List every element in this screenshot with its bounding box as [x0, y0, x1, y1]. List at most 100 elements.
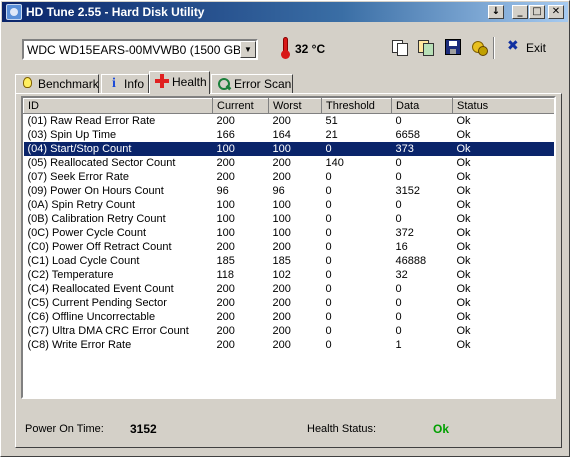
tab-health-label: Health [172, 75, 207, 89]
cell-worst: 200 [272, 297, 291, 309]
cell-status: Ok [452, 142, 554, 156]
table-row[interactable]: (C7) Ultra DMA CRC Error Count 200 200 0 0 Ok [24, 324, 555, 338]
cell-status: Ok [456, 171, 471, 183]
table-row[interactable]: (C1) Load Cycle Count 185 185 0 46888 Ok [24, 254, 555, 268]
cell-data: 0 [395, 283, 402, 295]
health-status-value: Ok [433, 422, 450, 436]
cell-worst: 100 [272, 199, 291, 211]
cell-worst: 100 [272, 227, 291, 239]
drive-select[interactable]: WDC WD15EARS-00MVWB0 (1500 GB) ▼ [22, 39, 258, 60]
app-icon[interactable] [6, 4, 22, 20]
cell-current: 100 [212, 142, 269, 156]
table-row[interactable]: (C6) Offline Uncorrectable 200 200 0 0 Ok [24, 310, 555, 324]
cell-threshold: 0 [325, 325, 332, 337]
cell-data: 6658 [395, 129, 420, 141]
column-header-threshold[interactable]: Threshold [321, 98, 392, 114]
table-row[interactable]: (C4) Reallocated Event Count 200 200 0 0 Ok [24, 282, 555, 296]
cell-id: (0B) Calibration Retry Count [27, 213, 166, 225]
table-row[interactable]: (07) Seek Error Rate 200 200 0 0 Ok [24, 170, 555, 184]
cell-id: (0A) Spin Retry Count [27, 199, 136, 211]
table-row[interactable]: (05) Reallocated Sector Count 200 200 140 0 O… [24, 156, 555, 170]
cell-id: (07) Seek Error Rate [27, 171, 129, 183]
drive-select-value: WDC WD15EARS-00MVWB0 (1500 GB) [27, 43, 246, 57]
cell-data: 373 [391, 142, 453, 156]
table-row[interactable]: (04) Start/Stop Count 100 100 0 373 Ok [23, 142, 554, 156]
cell-threshold: 0 [325, 269, 332, 281]
cell-status: Ok [456, 255, 471, 267]
cell-data: 0 [395, 171, 402, 183]
cell-status: Ok [456, 185, 471, 197]
help-button[interactable]: ↓ [488, 5, 504, 19]
column-header-id[interactable]: ID [23, 98, 213, 114]
cell-current: 200 [216, 157, 235, 169]
maximize-button[interactable]: □ [529, 5, 545, 19]
tab-error-scan[interactable]: Error Scan [211, 74, 293, 94]
tab-error-scan-label: Error Scan [234, 77, 292, 91]
cell-status: Ok [456, 269, 471, 281]
cell-worst: 164 [272, 129, 291, 141]
chevron-down-icon[interactable]: ▼ [240, 41, 256, 58]
cell-status: Ok [456, 115, 471, 127]
cell-data: 0 [395, 297, 402, 309]
minimize-button[interactable]: _ [512, 5, 528, 19]
smart-table: ID Current Worst Threshold Data Status (… [23, 98, 555, 352]
column-header-status[interactable]: Status [452, 98, 554, 114]
cell-id: (C5) Current Pending Sector [27, 297, 167, 309]
tab-benchmark[interactable]: Benchmark [15, 74, 99, 94]
column-header-current[interactable]: Current [212, 98, 269, 114]
table-row[interactable]: (C0) Power Off Retract Count 200 200 0 16 Ok [24, 240, 555, 254]
tab-info[interactable]: i Info [101, 74, 149, 94]
cell-threshold: 21 [325, 129, 338, 141]
cell-worst: 100 [268, 142, 322, 156]
options-icon[interactable] [471, 39, 488, 56]
cell-status: Ok [456, 325, 471, 337]
table-row[interactable]: (0C) Power Cycle Count 100 100 0 372 Ok [24, 226, 555, 240]
table-row[interactable]: (C2) Temperature 118 102 0 32 Ok [24, 268, 555, 282]
tab-health[interactable]: Health [149, 71, 210, 94]
table-row[interactable]: (0A) Spin Retry Count 100 100 0 0 Ok [24, 198, 555, 212]
cell-status: Ok [456, 227, 471, 239]
cell-worst: 200 [272, 325, 291, 337]
cell-data: 0 [395, 199, 402, 211]
cell-data: 372 [395, 227, 414, 239]
cell-id: (C2) Temperature [27, 269, 114, 281]
cell-data: 0 [395, 311, 402, 323]
close-button[interactable]: ✕ [548, 5, 564, 19]
column-header-data[interactable]: Data [391, 98, 453, 114]
cell-worst: 200 [272, 283, 291, 295]
smart-attributes-list[interactable]: ID Current Worst Threshold Data Status (… [21, 96, 556, 399]
cell-data: 46888 [395, 255, 427, 267]
cell-status: Ok [456, 213, 471, 225]
title-bar[interactable]: HD Tune 2.55 - Hard Disk Utility ↓ _ □ ✕ [2, 2, 568, 22]
cell-id: (09) Power On Hours Count [27, 185, 164, 197]
save-icon[interactable] [445, 39, 461, 55]
cell-status: Ok [456, 157, 471, 169]
table-row[interactable]: (09) Power On Hours Count 96 96 0 3152 Ok [24, 184, 555, 198]
cell-threshold: 0 [325, 199, 332, 211]
cell-threshold: 140 [325, 157, 344, 169]
cell-status: Ok [456, 283, 471, 295]
cell-current: 200 [216, 297, 235, 309]
cell-data: 1 [395, 339, 402, 351]
table-row[interactable]: (01) Raw Read Error Rate 200 200 51 0 Ok [24, 114, 555, 129]
cell-worst: 200 [272, 311, 291, 323]
bulb-icon [23, 77, 32, 88]
cell-worst: 185 [272, 255, 291, 267]
cell-worst: 96 [272, 185, 285, 197]
table-row[interactable]: (C5) Current Pending Sector 200 200 0 0 Ok [24, 296, 555, 310]
cell-current: 100 [216, 199, 235, 211]
cell-worst: 102 [272, 269, 291, 281]
cell-current: 200 [216, 241, 235, 253]
column-header-worst[interactable]: Worst [268, 98, 322, 114]
cell-id: (C6) Offline Uncorrectable [27, 311, 156, 323]
copy-screenshot-icon[interactable] [417, 39, 434, 56]
table-row[interactable]: (03) Spin Up Time 166 164 21 6658 Ok [24, 128, 555, 142]
cell-current: 200 [216, 115, 235, 127]
cell-data: 0 [395, 325, 402, 337]
copy-text-icon[interactable] [391, 39, 408, 56]
cell-status: Ok [456, 129, 471, 141]
cell-worst: 100 [272, 213, 291, 225]
cell-current: 200 [216, 311, 235, 323]
table-row[interactable]: (C8) Write Error Rate 200 200 0 1 Ok [24, 338, 555, 352]
table-row[interactable]: (0B) Calibration Retry Count 100 100 0 0 Ok [24, 212, 555, 226]
